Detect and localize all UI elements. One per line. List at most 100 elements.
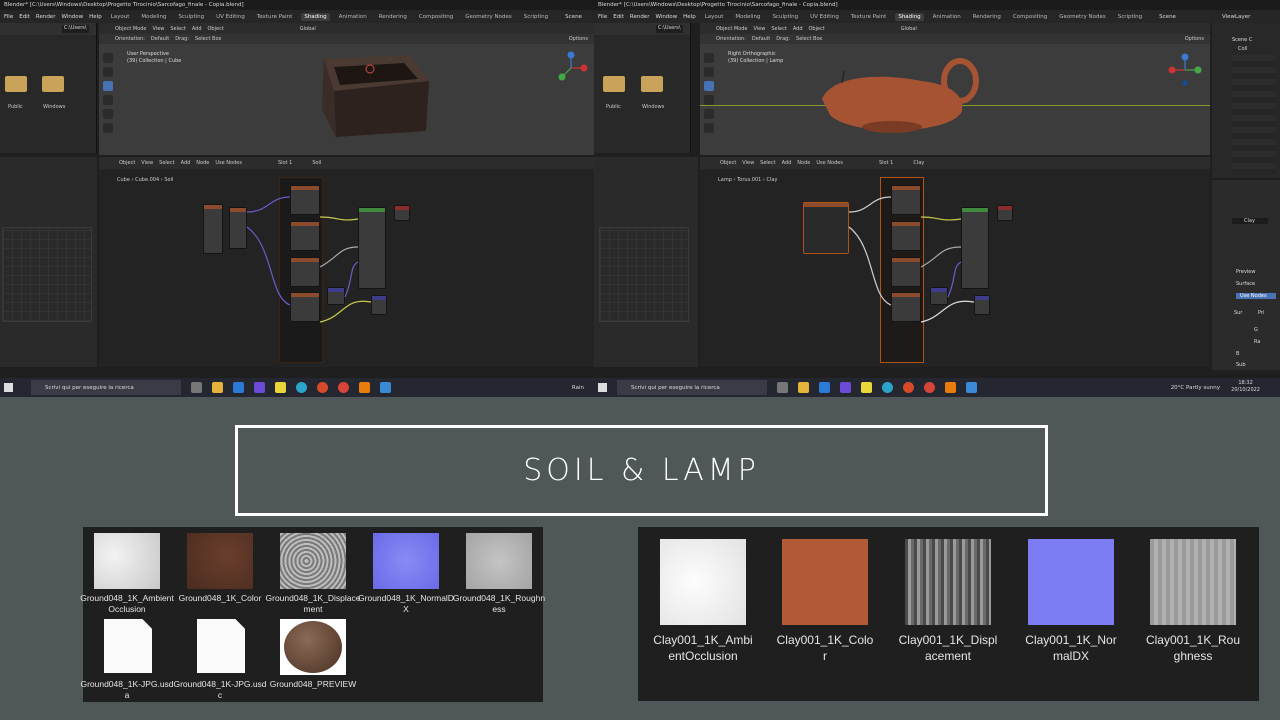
task-view-icon[interactable]: [191, 382, 202, 393]
weather-widget[interactable]: Rain: [572, 385, 584, 391]
move-tool-icon[interactable]: [103, 81, 113, 91]
tab-sculpting[interactable]: Sculpting: [769, 13, 801, 21]
transform-tool-icon[interactable]: [103, 123, 113, 133]
options-button[interactable]: Options: [1185, 36, 1204, 42]
menu-file[interactable]: File: [598, 14, 607, 20]
file-explorer-icon[interactable]: [798, 382, 809, 393]
shader-node-editor[interactable]: Object View Select Add Node Use Nodes Sl…: [700, 157, 1210, 367]
weather-widget[interactable]: 20°C Partly sunny: [1171, 385, 1220, 391]
menu-window[interactable]: Window: [61, 14, 83, 20]
folder-icon[interactable]: [641, 76, 663, 92]
preview-panel[interactable]: Preview: [1236, 269, 1255, 275]
move-tool-icon[interactable]: [704, 81, 714, 91]
surface-shader-field[interactable]: Pri: [1258, 310, 1264, 316]
cursor-tool-icon[interactable]: [704, 53, 714, 63]
tab-animation[interactable]: Animation: [930, 13, 964, 21]
tab-texture-paint[interactable]: Texture Paint: [848, 13, 890, 21]
visual-studio-icon[interactable]: [254, 382, 265, 393]
cursor-tool-icon[interactable]: [103, 53, 113, 63]
scale-tool-icon[interactable]: [103, 109, 113, 119]
blender-icon[interactable]: [945, 382, 956, 393]
menu-select[interactable]: Select: [771, 26, 786, 32]
tab-layout[interactable]: Layout: [108, 13, 133, 21]
scale-tool-icon[interactable]: [704, 109, 714, 119]
mail-icon[interactable]: [819, 382, 830, 393]
tab-rendering[interactable]: Rendering: [376, 13, 410, 21]
mail-icon[interactable]: [233, 382, 244, 393]
blender-icon[interactable]: [359, 382, 370, 393]
drag-dropdown[interactable]: Select Box: [195, 36, 221, 42]
select-tool-icon[interactable]: [103, 67, 113, 77]
tab-geometry-nodes[interactable]: Geometry Nodes: [1056, 13, 1108, 21]
tab-modeling[interactable]: Modeling: [138, 13, 169, 21]
tab-modeling[interactable]: Modeling: [732, 13, 763, 21]
tab-compositing[interactable]: Compositing: [1010, 13, 1050, 21]
tab-scripting[interactable]: Scripting: [521, 13, 551, 21]
navigation-gizmo[interactable]: [554, 51, 588, 85]
mode-selector[interactable]: Object Mode: [716, 26, 748, 32]
rotate-tool-icon[interactable]: [103, 95, 113, 105]
taskbar-search[interactable]: Scrivi qui per eseguire la ricerca: [617, 380, 767, 395]
menu-help[interactable]: Help: [683, 14, 696, 20]
orientation-dropdown[interactable]: Default: [752, 36, 770, 42]
menu-object[interactable]: Object: [208, 26, 224, 32]
tab-layout[interactable]: Layout: [702, 13, 727, 21]
transform-tool-icon[interactable]: [704, 123, 714, 133]
windows-start-icon[interactable]: [4, 383, 13, 392]
chrome-icon[interactable]: [338, 382, 349, 393]
clock[interactable]: 18:32 20/10/2022: [1231, 380, 1260, 394]
navigation-gizmo[interactable]: [1168, 53, 1202, 87]
folder-icon[interactable]: [5, 76, 27, 92]
tab-shading[interactable]: Shading: [301, 12, 330, 21]
transform-orientation[interactable]: Global: [901, 26, 917, 32]
tab-uv-editing[interactable]: UV Editing: [213, 13, 248, 21]
edge-icon[interactable]: [296, 382, 307, 393]
folder-icon[interactable]: [603, 76, 625, 92]
menu-window[interactable]: Window: [655, 14, 677, 20]
folder-icon[interactable]: [42, 76, 64, 92]
view-layer-selector[interactable]: ViewLayer: [1222, 14, 1250, 20]
shader-node-editor[interactable]: Object View Select Add Node Use Nodes Sl…: [99, 157, 594, 367]
menu-view[interactable]: View: [754, 26, 766, 32]
edge-icon[interactable]: [882, 382, 893, 393]
taskbar-search[interactable]: Scrivi qui per eseguire la ricerca: [31, 380, 181, 395]
3d-viewport[interactable]: Object Mode View Select Add Object Globa…: [700, 23, 1210, 155]
mode-selector[interactable]: Object Mode: [115, 26, 147, 32]
clay-lamp-model[interactable]: [812, 53, 992, 143]
tab-rendering[interactable]: Rendering: [970, 13, 1004, 21]
rotate-tool-icon[interactable]: [704, 95, 714, 105]
outliner-collection[interactable]: Coll: [1238, 46, 1247, 52]
visual-studio-icon[interactable]: [840, 382, 851, 393]
3d-viewport[interactable]: Object Mode View Select Add Object Globa…: [99, 23, 594, 155]
tab-uv-editing[interactable]: UV Editing: [807, 13, 842, 21]
tab-sculpting[interactable]: Sculpting: [175, 13, 207, 21]
tab-scripting[interactable]: Scripting: [1115, 13, 1145, 21]
tab-geometry-nodes[interactable]: Geometry Nodes: [462, 13, 514, 21]
menu-edit[interactable]: Edit: [613, 14, 624, 20]
outliner-scene-collection[interactable]: Scene C: [1232, 37, 1252, 43]
menu-render[interactable]: Render: [630, 14, 650, 20]
chrome-icon[interactable]: [924, 382, 935, 393]
path-field[interactable]: C:\Users\: [656, 25, 683, 33]
menu-object[interactable]: Object: [809, 26, 825, 32]
select-tool-icon[interactable]: [704, 67, 714, 77]
soil-box-model[interactable]: [314, 53, 434, 143]
scene-selector[interactable]: Scene: [565, 14, 582, 20]
photos-icon[interactable]: [966, 382, 977, 393]
menu-select[interactable]: Select: [170, 26, 185, 32]
tab-animation[interactable]: Animation: [336, 13, 370, 21]
menu-view[interactable]: View: [153, 26, 165, 32]
drag-dropdown[interactable]: Select Box: [796, 36, 822, 42]
sticky-notes-icon[interactable]: [861, 382, 872, 393]
sticky-notes-icon[interactable]: [275, 382, 286, 393]
menu-help[interactable]: Help: [89, 14, 102, 20]
use-nodes-button[interactable]: Use Nodes: [1236, 293, 1276, 299]
menu-edit[interactable]: Edit: [19, 14, 30, 20]
menu-add[interactable]: Add: [793, 26, 803, 32]
menu-add[interactable]: Add: [192, 26, 202, 32]
scene-selector[interactable]: Scene: [1159, 14, 1176, 20]
tab-compositing[interactable]: Compositing: [416, 13, 456, 21]
task-view-icon[interactable]: [777, 382, 788, 393]
orientation-dropdown[interactable]: Default: [151, 36, 169, 42]
windows-start-icon[interactable]: [598, 383, 607, 392]
